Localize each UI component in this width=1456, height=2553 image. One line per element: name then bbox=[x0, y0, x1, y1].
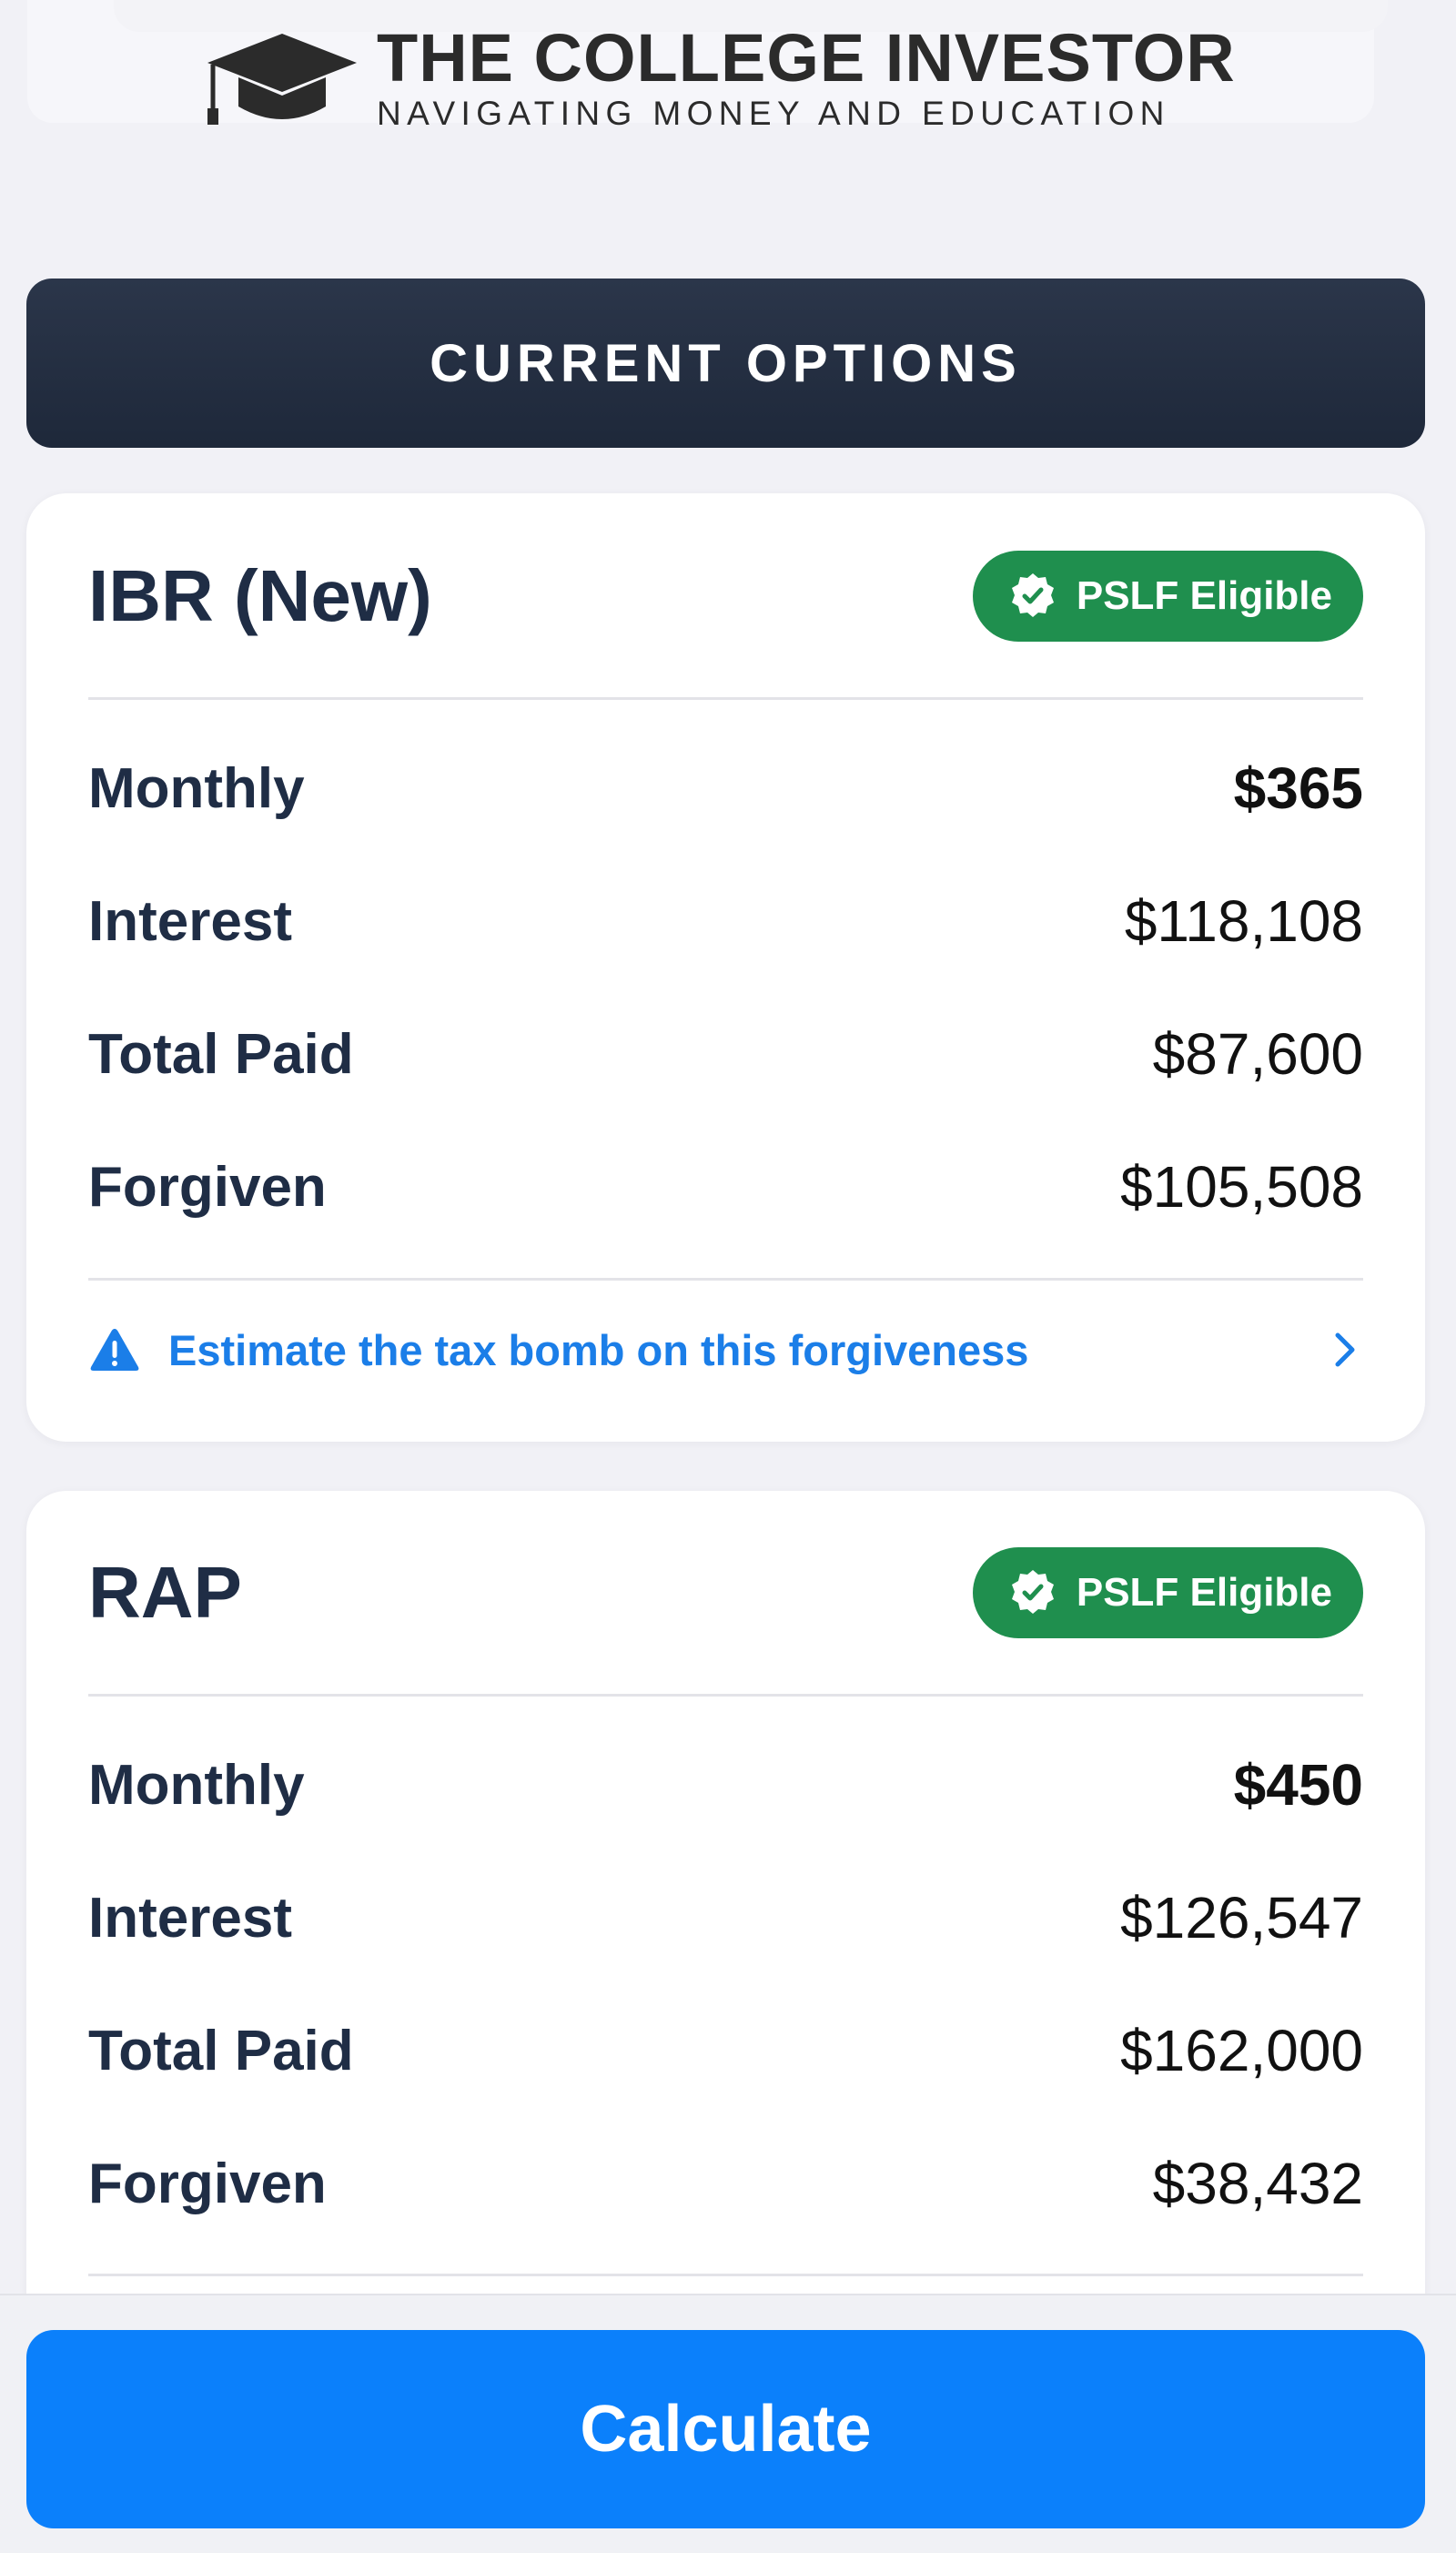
verified-check-icon bbox=[1011, 573, 1054, 617]
plan-title: IBR (New) bbox=[88, 555, 432, 636]
row-label: Forgiven bbox=[88, 2152, 327, 2215]
row-value: $162,000 bbox=[1120, 2018, 1363, 2083]
row-value: $118,108 bbox=[1124, 888, 1363, 954]
verified-check-icon bbox=[1011, 1570, 1054, 1614]
plan-card-header: IBR (New) PSLF Eligible bbox=[88, 493, 1363, 699]
brand-text: THE COLLEGE INVESTOR NAVIGATING MONEY AN… bbox=[377, 22, 1236, 133]
row-value: $105,508 bbox=[1120, 1154, 1363, 1220]
row-label: Monthly bbox=[88, 756, 305, 820]
row-value: $126,547 bbox=[1120, 1885, 1363, 1950]
row-forgiven: Forgiven $105,508 bbox=[88, 1141, 1363, 1232]
row-label: Interest bbox=[88, 1886, 292, 1950]
calculate-button[interactable]: Calculate bbox=[26, 2330, 1425, 2528]
row-label: Monthly bbox=[88, 1753, 305, 1817]
row-monthly: Monthly $365 bbox=[88, 743, 1363, 834]
plan-card-header: RAP PSLF Eligible bbox=[88, 1491, 1363, 1695]
row-forgiven: Forgiven $38,432 bbox=[88, 2138, 1363, 2229]
divider bbox=[88, 1278, 1363, 1281]
pslf-eligible-badge: PSLF Eligible bbox=[972, 1547, 1363, 1638]
row-total-paid: Total Paid $87,600 bbox=[88, 1008, 1363, 1099]
app-screen: THE COLLEGE INVESTOR NAVIGATING MONEY AN… bbox=[0, 0, 1456, 2553]
row-total-paid: Total Paid $162,000 bbox=[88, 2005, 1363, 2096]
row-value: $450 bbox=[1233, 1752, 1363, 1818]
row-label: Total Paid bbox=[88, 1022, 354, 1086]
brand-name: THE COLLEGE INVESTOR bbox=[377, 20, 1236, 96]
row-value: $365 bbox=[1233, 755, 1363, 821]
tax-bomb-link-label: Estimate the tax bomb on this forgivenes… bbox=[168, 1325, 1029, 1374]
row-monthly: Monthly $450 bbox=[88, 1739, 1363, 1830]
brand-logo-lockup: THE COLLEGE INVESTOR NAVIGATING MONEY AN… bbox=[200, 18, 1256, 137]
divider bbox=[88, 697, 1363, 700]
tax-bomb-link[interactable]: Estimate the tax bomb on this forgivenes… bbox=[88, 1300, 1363, 1400]
row-interest: Interest $118,108 bbox=[88, 876, 1363, 967]
row-label: Interest bbox=[88, 889, 292, 953]
section-title: CURRENT OPTIONS bbox=[430, 333, 1022, 393]
row-interest: Interest $126,547 bbox=[88, 1872, 1363, 1963]
divider bbox=[88, 1694, 1363, 1697]
current-options-header: CURRENT OPTIONS bbox=[26, 279, 1425, 448]
divider bbox=[88, 2274, 1363, 2276]
brand-tagline: NAVIGATING MONEY AND EDUCATION bbox=[377, 95, 1170, 132]
warning-triangle-icon bbox=[90, 1329, 139, 1371]
badge-label: PSLF Eligible bbox=[1076, 1570, 1332, 1615]
badge-label: PSLF Eligible bbox=[1076, 573, 1332, 618]
plan-title: RAP bbox=[88, 1552, 242, 1633]
pslf-eligible-badge: PSLF Eligible bbox=[972, 551, 1363, 642]
chevron-right-icon bbox=[1335, 1332, 1355, 1367]
row-value: $38,432 bbox=[1152, 2151, 1363, 2216]
graduation-cap-icon bbox=[207, 34, 357, 125]
plan-card-ibr: IBR (New) PSLF Eligible Monthly $365 Int… bbox=[26, 493, 1425, 1442]
row-value: $87,600 bbox=[1152, 1021, 1363, 1087]
row-label: Total Paid bbox=[88, 2019, 354, 2082]
row-label: Forgiven bbox=[88, 1155, 327, 1219]
